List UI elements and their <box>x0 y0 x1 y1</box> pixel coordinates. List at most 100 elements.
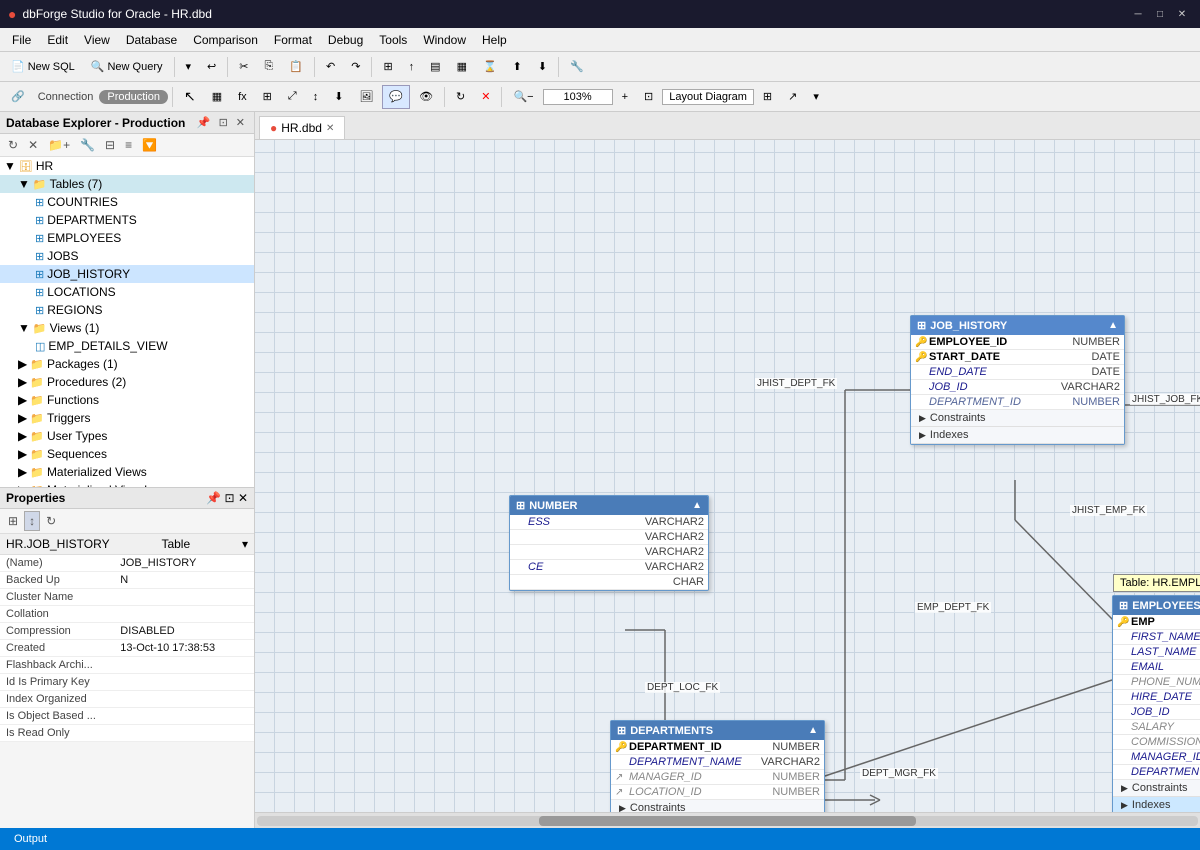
zoom-in-btn[interactable]: + <box>615 85 635 109</box>
tree-item-user-types[interactable]: ▶ 📁 User Types <box>0 427 254 445</box>
props-refresh-btn[interactable]: ↻ <box>42 512 60 530</box>
arrow-tool[interactable]: ↕ <box>306 85 326 109</box>
tab-hr-dbd[interactable]: ● HR.dbd ✕ <box>259 116 345 139</box>
tree-refresh-btn[interactable]: ↻ <box>4 136 22 154</box>
toolbar-btn-redo[interactable]: ↷ <box>344 55 367 79</box>
toolbar-btn-14[interactable]: ⬇ <box>531 55 554 79</box>
toolbar-btn-3[interactable]: ▾ <box>179 55 199 79</box>
maximize-button[interactable]: □ <box>1150 5 1170 23</box>
tree-sort-btn[interactable]: 🔽 <box>138 136 161 154</box>
job-history-table-header[interactable]: ⊞ JOB_HISTORY ▲ <box>911 316 1124 335</box>
download-tool[interactable]: ⬇ <box>327 85 350 109</box>
tree-expand-btn[interactable]: ≡ <box>121 136 136 154</box>
zoom-fit-btn[interactable]: ⊡ <box>637 85 660 109</box>
toolbar-btn-7[interactable]: 📋 <box>282 55 310 79</box>
tree-add-btn[interactable]: 📁+ <box>44 136 74 154</box>
employees-table-header[interactable]: ⊞ EMPLOYEES ▲ <box>1113 596 1200 615</box>
locations-expand-btn[interactable]: ▲ <box>692 500 702 511</box>
tree-item-packages[interactable]: ▶ 📁 Packages (1) <box>0 355 254 373</box>
minimize-button[interactable]: ─ <box>1128 5 1148 23</box>
tree-item-locations[interactable]: ⊞ LOCATIONS <box>0 283 254 301</box>
props-table-scroll[interactable]: (Name)JOB_HISTORYBacked UpNCluster NameC… <box>0 555 254 742</box>
props-sort-btn[interactable]: ↕ <box>24 511 40 531</box>
new-sql-button[interactable]: 📄 New SQL <box>4 55 82 79</box>
tree-item-employees[interactable]: ⊞ EMPLOYEES <box>0 229 254 247</box>
toolbar-btn-15[interactable]: 🔧 <box>563 55 591 79</box>
tree-item-views[interactable]: ▼ 📁 Views (1) <box>0 319 254 337</box>
explorer-pin-btn[interactable]: 📌 <box>194 115 214 130</box>
connection-btn[interactable]: 🔗 <box>4 85 32 109</box>
stop-btn[interactable]: ✕ <box>474 85 497 109</box>
tree-item-procedures[interactable]: ▶ 📁 Procedures (2) <box>0 373 254 391</box>
menu-debug[interactable]: Debug <box>320 31 371 49</box>
zoom-input[interactable] <box>543 89 613 105</box>
tree-item-jobs[interactable]: ⊞ JOBS <box>0 247 254 265</box>
tree-item-emp-details[interactable]: ◫ EMP_DETAILS_VIEW <box>0 337 254 355</box>
menu-format[interactable]: Format <box>266 31 320 49</box>
image-tool[interactable]: 🖼 <box>352 85 380 109</box>
tree-item-job-history[interactable]: ⊞ JOB_HISTORY <box>0 265 254 283</box>
tree-item-triggers[interactable]: ▶ 📁 Triggers <box>0 409 254 427</box>
tree-item-tables[interactable]: ▼ 📁 Tables (7) <box>0 175 254 193</box>
select-tool[interactable]: ↖ <box>177 85 203 109</box>
tree-item-sequences[interactable]: ▶ 📁 Sequences <box>0 445 254 463</box>
props-pin-btn[interactable]: 📌 <box>206 491 221 505</box>
toolbar-btn-undo[interactable]: ↶ <box>319 55 342 79</box>
production-badge[interactable]: Production <box>99 90 168 104</box>
emp-indexes[interactable]: ▶ Indexes <box>1113 797 1200 812</box>
props-category-btn[interactable]: ⊞ <box>4 512 22 530</box>
explorer-float-btn[interactable]: ⊡ <box>216 115 231 130</box>
toolbar-btn-9[interactable]: ↑ <box>402 55 422 79</box>
tree-item-functions[interactable]: ▶ 📁 Functions <box>0 391 254 409</box>
explorer-close-btn[interactable]: ✕ <box>233 115 248 130</box>
toolbar-btn-8[interactable]: ⊞ <box>376 55 399 79</box>
jh-expand-btn[interactable]: ▲ <box>1108 320 1118 331</box>
horizontal-scrollbar[interactable] <box>255 812 1200 828</box>
view-tool[interactable]: 👁 <box>412 85 440 109</box>
comment-tool[interactable]: 💬 <box>382 85 410 109</box>
diagram-canvas[interactable]: JHIST_DEPT_FK JHIST_JOB_FK JHIST_EMP_FK … <box>255 140 1200 812</box>
menu-tools[interactable]: Tools <box>371 31 415 49</box>
dept-expand-btn[interactable]: ▲ <box>808 725 818 736</box>
zoom-out-btn[interactable]: 🔍− <box>506 85 540 109</box>
toolbar-btn-6[interactable]: ⎘ <box>257 55 280 79</box>
jh-indexes[interactable]: ▶ Indexes <box>911 427 1124 444</box>
tree-item-hr[interactable]: ▼ 🗄 HR <box>0 157 254 175</box>
toolbar-btn-12[interactable]: ⌛ <box>476 55 504 79</box>
menu-comparison[interactable]: Comparison <box>185 31 266 49</box>
connect-tool[interactable]: ⊞ <box>256 85 279 109</box>
window-controls[interactable]: ─ □ ✕ <box>1128 5 1192 23</box>
refresh-btn[interactable]: ↻ <box>449 85 472 109</box>
dept-table-header[interactable]: ⊞ DEPARTMENTS ▲ <box>611 721 824 740</box>
toolbar-btn-10[interactable]: ▤ <box>423 55 447 79</box>
grid-tool[interactable]: ▦ <box>205 85 229 109</box>
tree-item-countries[interactable]: ⊞ COUNTRIES <box>0 193 254 211</box>
close-button[interactable]: ✕ <box>1172 5 1192 23</box>
emp-constraints[interactable]: ▶ Constraints <box>1113 780 1200 797</box>
menu-edit[interactable]: Edit <box>39 31 76 49</box>
toolbar-btn-11[interactable]: ▦ <box>450 55 474 79</box>
tree-item-mat-views[interactable]: ▶ 📁 Materialized Views <box>0 463 254 481</box>
tree-item-regions[interactable]: ⊞ REGIONS <box>0 301 254 319</box>
menu-file[interactable]: File <box>4 31 39 49</box>
menu-view[interactable]: View <box>76 31 118 49</box>
tree-item-departments[interactable]: ⊞ DEPARTMENTS <box>0 211 254 229</box>
scrollbar-thumb[interactable] <box>539 816 915 826</box>
menu-window[interactable]: Window <box>415 31 474 49</box>
menu-help[interactable]: Help <box>474 31 515 49</box>
locations-table-header[interactable]: ⊞ NUMBER ▲ <box>510 496 708 515</box>
tree-filter2-btn[interactable]: ⊟ <box>101 136 119 154</box>
tree-close-btn[interactable]: ✕ <box>24 136 42 154</box>
props-close-btn[interactable]: ✕ <box>238 491 248 505</box>
toolbar-btn-5[interactable]: ✂ <box>232 55 255 79</box>
formula-tool[interactable]: fx <box>231 85 254 109</box>
props-object-type-arrow[interactable]: ▾ <box>242 537 248 551</box>
more-btn[interactable]: ▾ <box>806 85 826 109</box>
tab-close-icon[interactable]: ✕ <box>326 123 334 134</box>
export-btn[interactable]: ↗ <box>781 85 804 109</box>
toolbar-btn-4[interactable]: ↩ <box>200 55 223 79</box>
output-button[interactable]: Output <box>8 833 53 845</box>
dept-constraints[interactable]: ▶ Constraints <box>611 800 824 812</box>
layout-diagram-btn[interactable]: Layout Diagram <box>662 89 754 105</box>
tree-filter-btn[interactable]: 🔧 <box>76 136 99 154</box>
